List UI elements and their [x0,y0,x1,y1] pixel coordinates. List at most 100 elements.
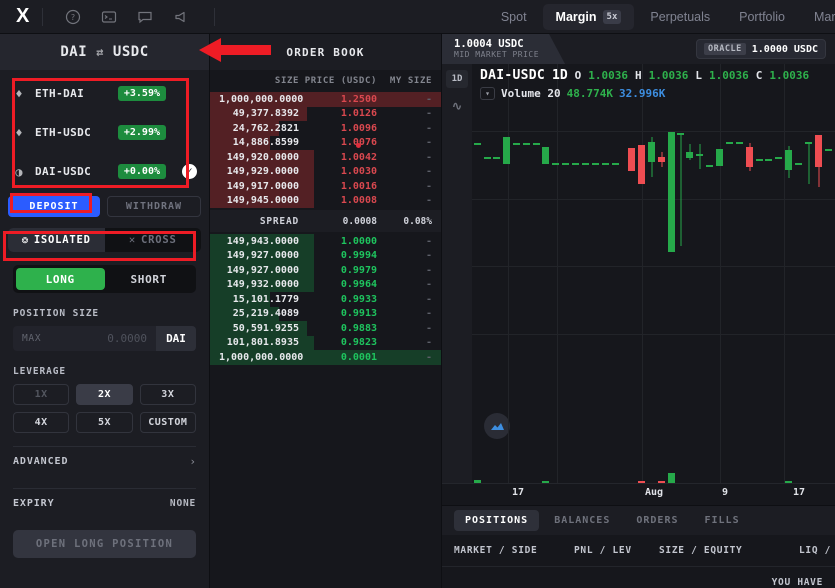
ask-row[interactable]: 149,917.0000 1.0016 - [210,179,441,194]
spread-label: SPREAD [259,215,299,227]
order-price: 1.2500 [340,93,377,105]
nav-item-spot[interactable]: Spot [488,4,540,30]
order-size: 149,929.0000 [226,166,299,178]
market-row-eth-dai[interactable]: ♦ ETH-DAI +3.59% [8,74,201,113]
bid-row[interactable]: 1,000,000.0000 0.0001 - [210,350,441,365]
chart-area: 1D ∿ DAI-USDC 1D O 1.0036 H 1.0036 L 1.0… [442,64,835,483]
candlestick [658,64,665,401]
order-my-size: - [425,322,432,334]
order-price: 1.0076 [299,137,377,148]
chart-x-axis: 17 Aug 9 17 [442,483,835,505]
order-my-size: - [425,308,432,320]
bid-row[interactable]: 101,801.8935 0.9823 - [210,335,441,350]
candlestick [726,64,733,401]
bid-row[interactable]: 25,219.4089 0.9913 - [210,306,441,321]
market-row-dai-usdc[interactable]: ◑ DAI-USDC +0.00% ✓ [8,152,201,191]
max-label[interactable]: MAX [13,326,41,351]
tab-short[interactable]: SHORT [105,268,194,290]
mid-market-price-tag: 1.0004 USDC MID MARKET PRICE [442,34,565,64]
candlestick [825,64,832,401]
tab-balances[interactable]: BALANCES [543,510,621,531]
withdraw-button[interactable]: WITHDRAW [107,196,201,217]
divider-2 [214,7,215,26]
deposit-button[interactable]: DEPOSIT [8,196,100,217]
order-my-size: - [425,151,432,163]
spread-value: 0.0008 [342,215,377,227]
terminal-icon[interactable] [101,9,117,25]
timeframe-1d-button[interactable]: 1D [446,70,468,88]
cross-icon: ✕ [128,234,136,246]
expiry-label: EXPIRY [13,497,55,509]
indicator-wave-icon[interactable]: ∿ [446,97,468,115]
ask-rows: 1,000,000.0000 1.2500-49,377.8392 1.0126-2… [210,92,441,208]
nav-item-portfolio[interactable]: Portfolio [726,4,798,30]
ohlc-key-high: H [635,69,642,82]
candlestick [592,64,599,401]
tab-orders[interactable]: ORDERS [625,510,689,531]
ohlc-value-open: 1.0036 [588,69,629,82]
order-size: 149,945.0000 [226,195,299,207]
candlestick [716,64,723,401]
bid-row[interactable]: 149,932.0000 0.9964 - [210,277,441,292]
margin-mode-cross[interactable]: ✕ CROSS [105,228,202,252]
bid-row[interactable]: 149,927.0000 0.9994 - [210,248,441,263]
order-price: 0.0001 [340,351,377,363]
expiry-row[interactable]: EXPIRY NONE [13,489,196,517]
ask-row[interactable]: 49,377.8392 1.0126 - [210,106,441,121]
bid-row[interactable]: 15,101.1779 0.9933 - [210,292,441,307]
margin-mode-isolated[interactable]: ❂ ISOLATED [8,228,105,252]
ask-row[interactable]: 149,920.0000 1.0042 - [210,150,441,165]
leverage-3x[interactable]: 3X [139,384,196,405]
nav-item-margin[interactable]: Margin 5x [542,3,635,30]
candlestick [736,64,743,401]
order-price: 1.0008 [340,195,377,207]
nav-item-perpetuals[interactable]: Perpetuals [637,4,723,30]
nav-item-markets[interactable]: Mar [801,4,835,30]
column-price: PRICE (USDC) [304,76,377,86]
ask-row[interactable]: 24,762.2821 1.0096 - [210,121,441,136]
volume-indicator-label: Volume 20 [501,87,561,100]
chat-icon[interactable] [137,9,153,25]
bid-row[interactable]: 149,927.0000 0.9979 - [210,263,441,278]
app-logo[interactable]: X [0,5,42,28]
chevron-down-icon[interactable]: ▾ [480,87,495,100]
advanced-row[interactable]: ADVANCED › [13,447,196,475]
divider [42,7,43,26]
position-size-currency[interactable]: DAI [156,326,196,351]
tab-positions[interactable]: POSITIONS [454,510,540,531]
position-size-value[interactable]: 0.0000 [107,326,156,351]
order-size: 24,762.2821 [232,122,299,134]
candlestick [582,64,589,401]
leverage-1x[interactable]: 1X [13,384,70,405]
candlestick [696,64,703,401]
order-my-size: - [425,337,432,349]
spread-row: SPREAD 0.0008 0.08% [210,210,441,232]
bid-row[interactable]: 50,591.9255 0.9883 - [210,321,441,336]
leverage-4x[interactable]: 4X [13,412,70,433]
ask-row[interactable]: 149,929.0000 1.0030 - [210,164,441,179]
leverage-custom[interactable]: CUSTOM [139,412,196,433]
order-size: 149,920.0000 [226,151,299,163]
ask-row[interactable]: 14,886.85991.0076 - [210,135,441,150]
pair-header[interactable]: DAI ⇄ USDC [0,34,209,70]
ask-row[interactable]: 149,945.0000 1.0008 - [210,193,441,208]
swap-icon[interactable]: ⇄ [96,45,104,59]
tab-fills[interactable]: FILLS [693,510,750,531]
open-long-position-button[interactable]: OPEN LONG POSITION [13,530,196,558]
help-icon[interactable]: ? [65,9,81,25]
position-size-input-group[interactable]: MAX 0.0000 DAI [13,326,196,351]
ohlc-value-close: 1.0036 [769,69,810,82]
megaphone-icon[interactable] [173,9,189,25]
bid-row[interactable]: 149,943.0000 1.0000 - [210,234,441,249]
candlestick-chart[interactable]: DAI-USDC 1D O 1.0036 H 1.0036 L 1.0036 C… [472,64,835,483]
candlestick [668,64,675,401]
candlestick [562,64,569,401]
dai-icon: ◑ [15,164,23,179]
market-row-eth-usdc[interactable]: ♦ ETH-USDC +2.99% [8,113,201,152]
tab-long[interactable]: LONG [16,268,105,290]
leverage-2x[interactable]: 2X [76,384,133,405]
leverage-5x[interactable]: 5X [76,412,133,433]
chart-snapshot-button[interactable] [484,413,510,439]
isolated-icon: ❂ [21,234,29,246]
ask-row[interactable]: 1,000,000.0000 1.2500 - [210,92,441,107]
